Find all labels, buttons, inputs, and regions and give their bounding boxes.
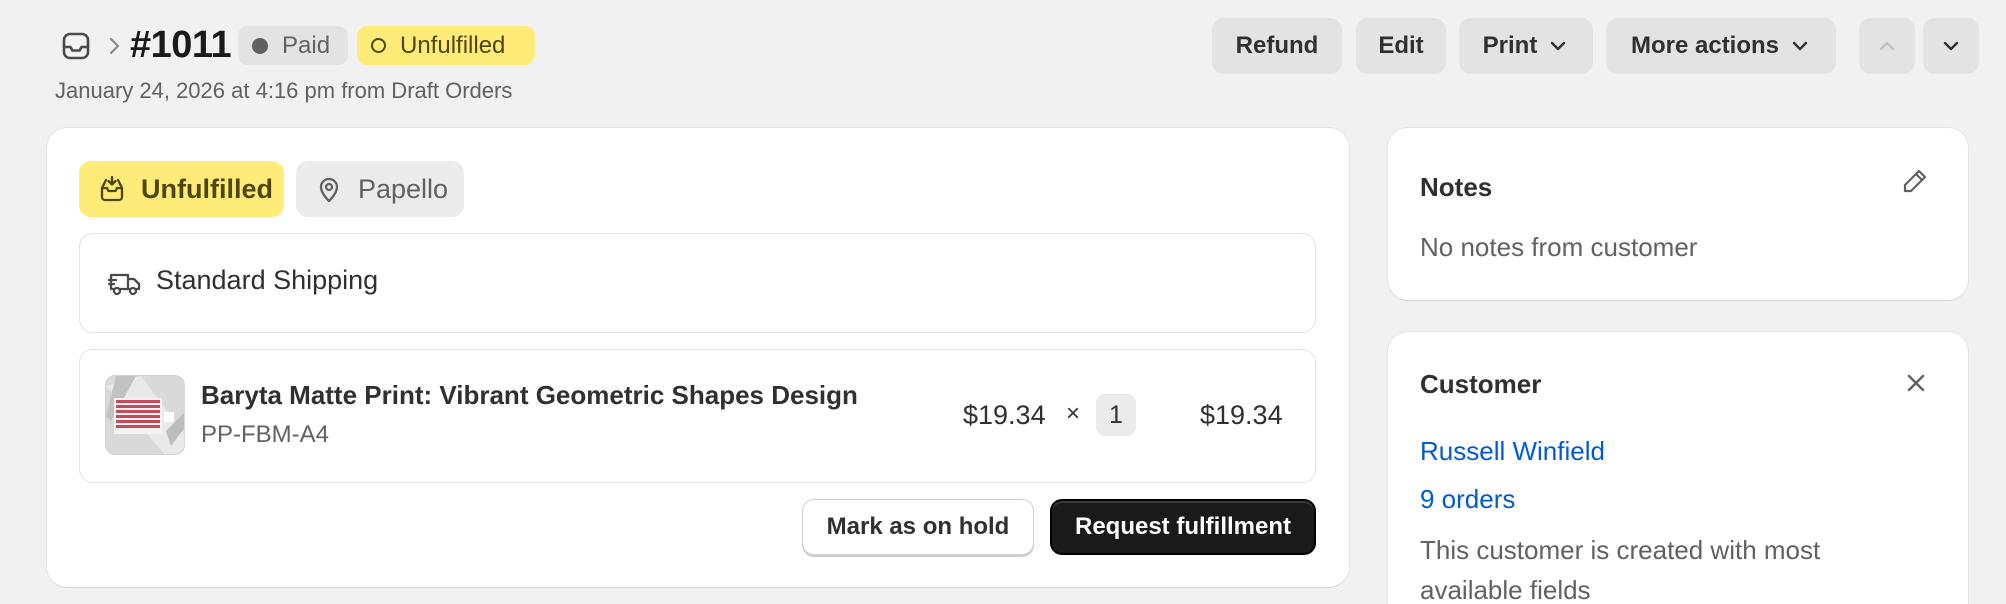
notes-card <box>1388 128 1968 300</box>
truck-icon <box>108 268 142 298</box>
unfulfilled-ring-icon <box>371 38 386 53</box>
request-fulfillment-button[interactable]: Request fulfillment <box>1050 499 1316 555</box>
notes-title: Notes <box>1420 172 1493 202</box>
next-order-button[interactable] <box>1923 18 1979 74</box>
page-title: #1011 <box>130 24 232 66</box>
chevron-down-icon <box>1551 41 1566 51</box>
payment-status-label: Paid <box>282 31 331 59</box>
product-thumbnail[interactable] <box>105 375 185 455</box>
fulfillment-status-badge: Unfulfilled <box>357 26 535 65</box>
edit-pencil-icon[interactable] <box>1900 166 1930 196</box>
close-icon[interactable] <box>1903 370 1929 396</box>
request-fulfillment-label: Request fulfillment <box>1074 513 1291 540</box>
more-actions-label: More actions <box>1630 32 1780 59</box>
unfulfilled-status-pill: Unfulfilled <box>79 161 284 217</box>
customer-description: This customer is created with most avail… <box>1420 535 1821 604</box>
notes-text: No notes from customer <box>1420 232 1698 262</box>
line-item-multiply-sign: × <box>1066 400 1081 427</box>
edit-button[interactable]: Edit <box>1356 18 1446 74</box>
paid-dot-icon <box>252 37 268 54</box>
location-pill[interactable]: Papello <box>296 161 464 217</box>
customer-name-link[interactable]: Russell Winfield <box>1420 436 1605 467</box>
chevron-up-icon <box>1879 41 1895 51</box>
location-pin-icon <box>319 177 339 203</box>
mark-on-hold-label: Mark as on hold <box>826 513 1010 540</box>
location-label: Papello <box>358 173 449 204</box>
refund-button[interactable]: Refund <box>1212 18 1342 74</box>
line-item-unit-price: $19.34 <box>963 400 1046 430</box>
more-actions-button[interactable]: More actions <box>1606 18 1836 74</box>
line-item-title[interactable]: Baryta Matte Print: Vibrant Geometric Sh… <box>201 380 858 411</box>
customer-title: Customer <box>1420 369 1542 399</box>
unfulfilled-pill-label: Unfulfilled <box>141 173 273 204</box>
customer-orders-link[interactable]: 9 orders <box>1420 484 1515 515</box>
payment-status-badge: Paid <box>238 26 348 65</box>
print-button[interactable]: Print <box>1459 18 1593 74</box>
breadcrumb-chevron-icon <box>104 33 124 59</box>
mark-on-hold-button[interactable]: Mark as on hold <box>802 499 1034 555</box>
chevron-down-icon <box>1943 41 1959 51</box>
orders-inbox-icon[interactable] <box>60 30 92 62</box>
line-item-total: $19.34 <box>1200 400 1283 430</box>
chevron-down-icon <box>1792 41 1808 51</box>
previous-order-button[interactable] <box>1859 18 1915 74</box>
line-item-sku: PP-FBM-A4 <box>201 421 330 448</box>
order-meta: January 24, 2026 at 4:16 pm from Draft O… <box>55 78 513 103</box>
print-button-label: Print <box>1482 32 1538 59</box>
unfulfilled-box-icon <box>100 175 124 202</box>
line-item-quantity: 1 <box>1096 394 1136 436</box>
edit-button-label: Edit <box>1378 32 1424 59</box>
refund-button-label: Refund <box>1235 32 1319 59</box>
shipping-method-label: Standard Shipping <box>156 265 379 295</box>
fulfillment-status-label: Unfulfilled <box>400 31 506 59</box>
